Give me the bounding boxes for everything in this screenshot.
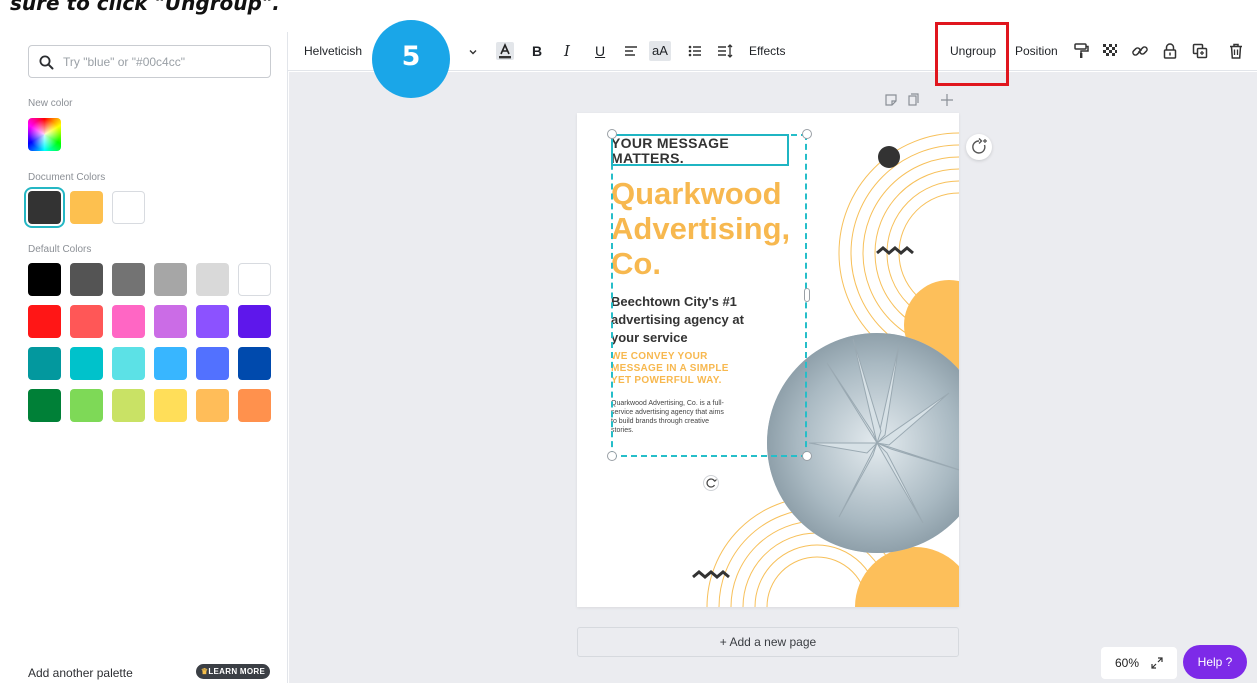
refresh-icon <box>972 138 987 154</box>
default-color-swatch[interactable] <box>70 389 103 422</box>
tutorial-caption: sure to click "Ungroup". <box>10 0 280 15</box>
page-tools <box>884 92 954 113</box>
resize-handle-bottom-right[interactable] <box>802 451 812 461</box>
document-color-swatch[interactable] <box>70 191 103 224</box>
default-color-swatch[interactable] <box>154 305 187 338</box>
text-box-selection <box>611 134 789 166</box>
document-color-swatch[interactable] <box>112 191 145 224</box>
learn-more-badge[interactable]: ♛LEARN MORE <box>196 664 270 679</box>
default-color-swatch[interactable] <box>238 305 271 338</box>
note-icon[interactable] <box>885 94 897 106</box>
default-color-swatch[interactable] <box>238 263 271 296</box>
position-button[interactable]: Position <box>1015 32 1058 71</box>
default-color-swatch[interactable] <box>70 347 103 380</box>
underline-icon[interactable]: U <box>595 32 605 71</box>
line-spacing-icon[interactable] <box>716 42 734 60</box>
trash-icon[interactable] <box>1227 42 1245 60</box>
default-color-swatch[interactable] <box>196 389 229 422</box>
group-selection-box <box>611 134 807 457</box>
letter-case-icon[interactable]: aA <box>649 41 671 61</box>
duplicate-icon[interactable] <box>1191 42 1209 60</box>
new-color-button[interactable] <box>28 118 61 151</box>
design-page[interactable]: YOUR MESSAGE MATTERS. Quarkwood Advertis… <box>577 113 959 607</box>
rotate-page-button[interactable] <box>966 134 992 160</box>
default-color-swatch[interactable] <box>112 389 145 422</box>
default-colors-label: Default Colors <box>28 244 92 255</box>
document-colors-label: Document Colors <box>28 172 106 183</box>
default-color-swatch[interactable] <box>28 347 61 380</box>
default-color-swatch[interactable] <box>28 305 61 338</box>
default-color-swatch[interactable] <box>154 389 187 422</box>
learn-more-label: LEARN MORE <box>208 667 266 676</box>
color-search-input[interactable] <box>63 52 263 72</box>
fullscreen-icon[interactable] <box>1151 657 1163 669</box>
copy-page-icon[interactable] <box>908 93 919 106</box>
add-new-page-button[interactable]: + Add a new page <box>577 627 959 657</box>
default-color-swatch[interactable] <box>238 389 271 422</box>
color-panel: New color Document Colors Default Colors… <box>0 32 288 683</box>
effects-button[interactable]: Effects <box>749 32 785 71</box>
default-color-swatch[interactable] <box>112 263 145 296</box>
ungroup-button[interactable]: Ungroup <box>950 32 996 71</box>
search-icon <box>39 55 54 70</box>
resize-handle-top-right[interactable] <box>802 129 812 139</box>
transparency-icon[interactable] <box>1101 42 1119 60</box>
help-button[interactable]: Help ? <box>1183 645 1247 679</box>
font-family-dropdown[interactable]: Helveticish <box>304 32 362 71</box>
new-color-label: New color <box>28 98 73 109</box>
zoom-level: 60% <box>1115 656 1140 670</box>
zigzag-shape <box>876 246 914 255</box>
color-search-box[interactable] <box>28 45 271 78</box>
dark-dot-shape <box>878 146 900 168</box>
italic-icon[interactable]: I <box>564 32 570 71</box>
resize-handle-top-left[interactable] <box>607 129 617 139</box>
link-icon[interactable] <box>1131 42 1149 60</box>
default-color-swatch[interactable] <box>154 347 187 380</box>
align-left-icon[interactable] <box>622 42 640 60</box>
default-color-swatch[interactable] <box>154 263 187 296</box>
document-color-swatch[interactable] <box>28 191 61 224</box>
default-color-swatch[interactable] <box>70 263 103 296</box>
resize-handle-right[interactable] <box>804 288 810 302</box>
default-color-swatch[interactable] <box>112 347 145 380</box>
add-page-plus-icon[interactable] <box>941 94 953 106</box>
default-color-swatch[interactable] <box>196 263 229 296</box>
default-color-swatch[interactable] <box>28 263 61 296</box>
list-icon[interactable] <box>686 42 704 60</box>
default-color-swatch[interactable] <box>28 389 61 422</box>
default-color-swatch[interactable] <box>196 305 229 338</box>
resize-handle-bottom-left[interactable] <box>607 451 617 461</box>
text-color-icon[interactable] <box>496 42 514 60</box>
default-color-swatch[interactable] <box>112 305 145 338</box>
chevron-down-icon[interactable] <box>468 47 478 57</box>
bold-icon[interactable]: B <box>532 32 542 71</box>
rotate-handle[interactable] <box>703 475 719 491</box>
zoom-control[interactable]: 60% <box>1101 647 1177 679</box>
lock-icon[interactable] <box>1161 42 1179 60</box>
rotate-icon <box>706 478 717 488</box>
default-color-swatch[interactable] <box>238 347 271 380</box>
screen: sure to click "Ungroup". New color Docum… <box>0 0 1257 683</box>
step-number-badge: 5 <box>372 20 450 98</box>
paint-roller-icon[interactable] <box>1072 42 1090 60</box>
default-color-swatch[interactable] <box>70 305 103 338</box>
default-color-swatch[interactable] <box>196 347 229 380</box>
